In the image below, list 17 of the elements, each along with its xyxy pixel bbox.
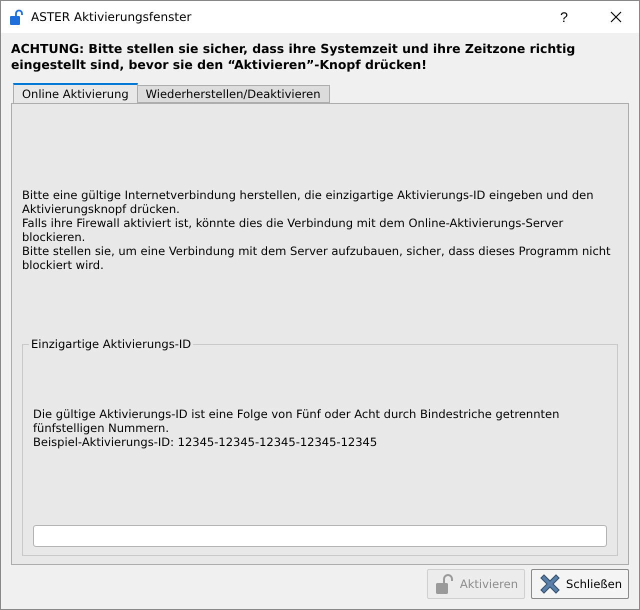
group-title: Einzigartige Aktivierungs-ID	[29, 337, 194, 351]
instruction-text: Bitte eine gültige Internetverbindung herstellen, die einzigartige Aktivierungs-ID eingeben und den Aktivierungsknopf drücken.	[22, 188, 594, 216]
hint-text: Die gültige Aktivierungs-ID ist eine Folge von Fünf oder Acht durch Bindestriche getrennten fünfstelligen Nummern.	[33, 407, 560, 435]
padlock-icon	[434, 573, 456, 595]
close-icon	[538, 572, 562, 596]
close-icon	[610, 11, 622, 23]
padlock-icon	[9, 9, 25, 25]
close-dialog-button[interactable]: Schließen	[531, 569, 629, 599]
hint-text: Beispiel-Aktivierungs-ID: 12345-12345-12345-12345-12345	[33, 435, 378, 449]
instruction-text: Bitte stellen sie, um eine Verbindung mit dem Server aufzubauen, sicher, dass dieses Programm nicht blockiert wird.	[22, 244, 612, 272]
activation-id-field[interactable]	[33, 525, 607, 547]
help-button[interactable]: ?	[541, 1, 587, 33]
tab[interactable]: Wiederherstellen/Deaktivieren	[136, 85, 330, 103]
window-title: ASTER Aktivierungsfenster	[31, 10, 192, 24]
instruction-text: Falls ihre Firewall aktiviert ist, könnte dies die Verbindung mit dem Online-Aktivierungs-Server blockieren.	[22, 216, 564, 244]
warning-text: ACHTUNG: Bitte stellen sie sicher, dass ihre Systemzeit und ihre Zeitzone richtig eingestellt sind, bevor sie den “Aktivieren”-Knopf drücken!	[11, 41, 576, 73]
tab[interactable]: Online Aktivierung	[13, 83, 138, 103]
